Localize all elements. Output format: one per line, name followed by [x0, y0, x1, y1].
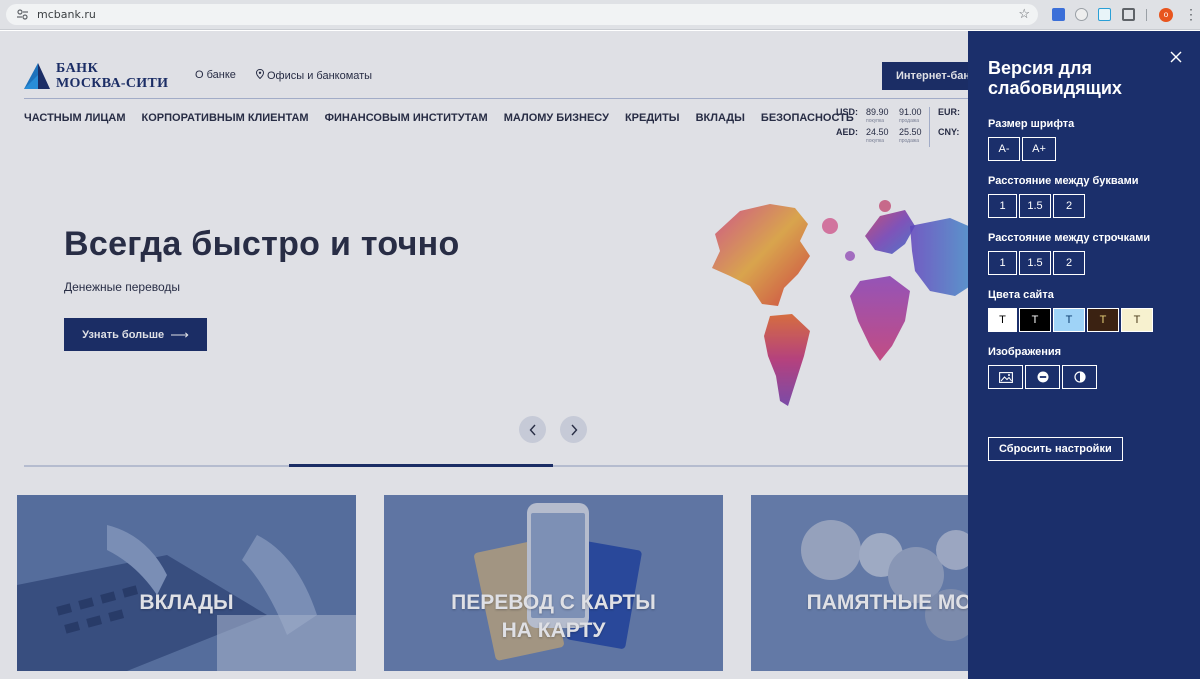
images-grayscale-button[interactable]: [1062, 365, 1097, 389]
url-text[interactable]: mcbank.ru: [37, 8, 96, 21]
color-scheme-brown-button[interactable]: T: [1087, 308, 1119, 332]
header-divider: [24, 98, 974, 99]
location-pin-icon: [255, 68, 265, 82]
hero-title: Всегда быстро и точно: [64, 225, 460, 263]
rate-sell: 91.00: [899, 107, 922, 117]
line-spacing-1-button[interactable]: 1: [988, 251, 1017, 275]
accessibility-panel: Версия для слабовидящих Размер шрифта A-…: [968, 31, 1200, 679]
nav-item-credits[interactable]: КРЕДИТЫ: [625, 112, 680, 124]
logo-mark-icon: [24, 63, 50, 89]
letter-spacing-controls: 1 1.5 2: [988, 194, 1085, 218]
close-icon[interactable]: [1168, 49, 1184, 65]
images-label: Изображения: [988, 346, 1062, 358]
toolbar-divider: [1146, 9, 1147, 21]
chevron-right-icon: [570, 424, 577, 436]
offices-link-label: Офисы и банкоматы: [267, 70, 373, 82]
sell-caption: продажа: [899, 118, 919, 124]
browser-menu-icon[interactable]: ⋮: [1184, 6, 1198, 23]
hero-subtitle: Денежные переводы: [64, 280, 181, 294]
site-colors-controls: T T T T T: [988, 308, 1153, 332]
watercolor-world-map: [712, 200, 990, 406]
slider-prev-button[interactable]: [519, 416, 546, 443]
card-card-transfer[interactable]: ПЕРЕВОД С КАРТЫ НА КАРТУ: [384, 495, 723, 671]
currency-code: USD:: [836, 107, 858, 117]
font-increase-button[interactable]: A+: [1022, 137, 1056, 161]
profile-avatar[interactable]: o: [1159, 8, 1173, 22]
learn-more-label: Узнать больше: [82, 328, 165, 341]
line-spacing-2-button[interactable]: 2: [1053, 251, 1085, 275]
chevron-left-icon: [529, 424, 536, 436]
rate-buy: 24.50: [866, 127, 889, 137]
address-bar[interactable]: mcbank.ru ☆: [6, 4, 1038, 25]
offices-link[interactable]: Офисы и банкоматы: [255, 68, 373, 82]
font-decrease-button[interactable]: A-: [988, 137, 1020, 161]
exchange-rates: USD: 89.90 91.00 покупка продажа EUR: AE…: [836, 107, 976, 147]
buy-caption: покупка: [866, 138, 885, 144]
site-info-icon[interactable]: [16, 8, 29, 21]
half-circle-icon: [1073, 371, 1086, 383]
rate-buy: 89.90: [866, 107, 889, 117]
slider-progress[interactable]: [24, 464, 974, 467]
buy-caption: покупка: [866, 118, 885, 124]
card-deposits[interactable]: ВКЛАДЫ: [17, 495, 356, 671]
rate-sell: 25.50: [899, 127, 922, 137]
main-nav: ЧАСТНЫМ ЛИЦАМ КОРПОРАТИВНЫМ КЛИЕНТАМ ФИН…: [24, 112, 854, 124]
currency-code: AED:: [836, 127, 858, 137]
images-controls: [988, 365, 1097, 389]
arrow-right-icon: ⟶: [170, 326, 189, 342]
rate-row-usd: USD: 89.90 91.00 покупка продажа EUR:: [836, 107, 976, 127]
reset-settings-button[interactable]: Сбросить настройки: [988, 437, 1123, 461]
font-size-label: Размер шрифта: [988, 118, 1075, 130]
site-colors-label: Цвета сайта: [988, 289, 1054, 301]
font-size-controls: A- A+: [988, 137, 1056, 161]
browser-toolbar: mcbank.ru ☆ o ⋮: [0, 0, 1200, 30]
extension-icon[interactable]: [1052, 8, 1065, 21]
slider-next-button[interactable]: [560, 416, 587, 443]
rates-divider: [929, 107, 930, 147]
nav-item-small-business[interactable]: МАЛОМУ БИЗНЕСУ: [504, 112, 609, 124]
learn-more-button[interactable]: Узнать больше ⟶: [64, 318, 207, 351]
color-scheme-blue-button[interactable]: T: [1053, 308, 1085, 332]
currency-code: EUR:: [938, 107, 960, 117]
extension-icon[interactable]: [1075, 8, 1088, 21]
nav-item-corporate[interactable]: КОРПОРАТИВНЫМ КЛИЕНТАМ: [142, 112, 309, 124]
image-icon: [998, 371, 1013, 383]
line-spacing-label: Расстояние между строчками: [988, 232, 1151, 244]
nav-item-individuals[interactable]: ЧАСТНЫМ ЛИЦАМ: [24, 112, 126, 124]
color-scheme-white-button[interactable]: T: [988, 308, 1017, 332]
about-link[interactable]: О банке: [195, 69, 236, 81]
rate-row-aed: AED: 24.50 25.50 покупка продажа CNY:: [836, 127, 976, 147]
letter-spacing-1-5-button[interactable]: 1.5: [1019, 194, 1051, 218]
line-spacing-1-5-button[interactable]: 1.5: [1019, 251, 1051, 275]
line-spacing-controls: 1 1.5 2: [988, 251, 1085, 275]
sell-caption: продажа: [899, 138, 919, 144]
extension-icon[interactable]: [1098, 8, 1111, 21]
extensions-puzzle-icon[interactable]: [1122, 8, 1135, 21]
bank-logo[interactable]: БАНК МОСКВА-СИТИ: [24, 61, 184, 91]
slider-progress-fill: [289, 464, 553, 467]
letter-spacing-2-button[interactable]: 2: [1053, 194, 1085, 218]
logo-line-1: БАНК: [56, 61, 99, 76]
logo-line-2: МОСКВА-СИТИ: [56, 76, 169, 91]
card-title-line-2: НА КАРТУ: [501, 619, 606, 642]
color-scheme-beige-button[interactable]: T: [1121, 308, 1153, 332]
bookmark-star-icon[interactable]: ☆: [1018, 6, 1030, 22]
card-title: ВКЛАДЫ: [139, 591, 234, 614]
images-on-button[interactable]: [988, 365, 1023, 389]
panel-title: Версия для слабовидящих: [988, 58, 1122, 98]
card-title-line-1: ПЕРЕВОД С КАРТЫ: [451, 591, 656, 614]
nav-item-deposits[interactable]: ВКЛАДЫ: [696, 112, 745, 124]
letter-spacing-label: Расстояние между буквами: [988, 175, 1139, 187]
minus-circle-icon: [1037, 371, 1048, 383]
letter-spacing-1-button[interactable]: 1: [988, 194, 1017, 218]
color-scheme-black-button[interactable]: T: [1019, 308, 1051, 332]
images-off-button[interactable]: [1025, 365, 1060, 389]
calculator-photo: [17, 495, 356, 671]
nav-item-financial-institutions[interactable]: ФИНАНСОВЫМ ИНСТИТУТАМ: [325, 112, 488, 124]
currency-code: CNY:: [938, 127, 960, 137]
